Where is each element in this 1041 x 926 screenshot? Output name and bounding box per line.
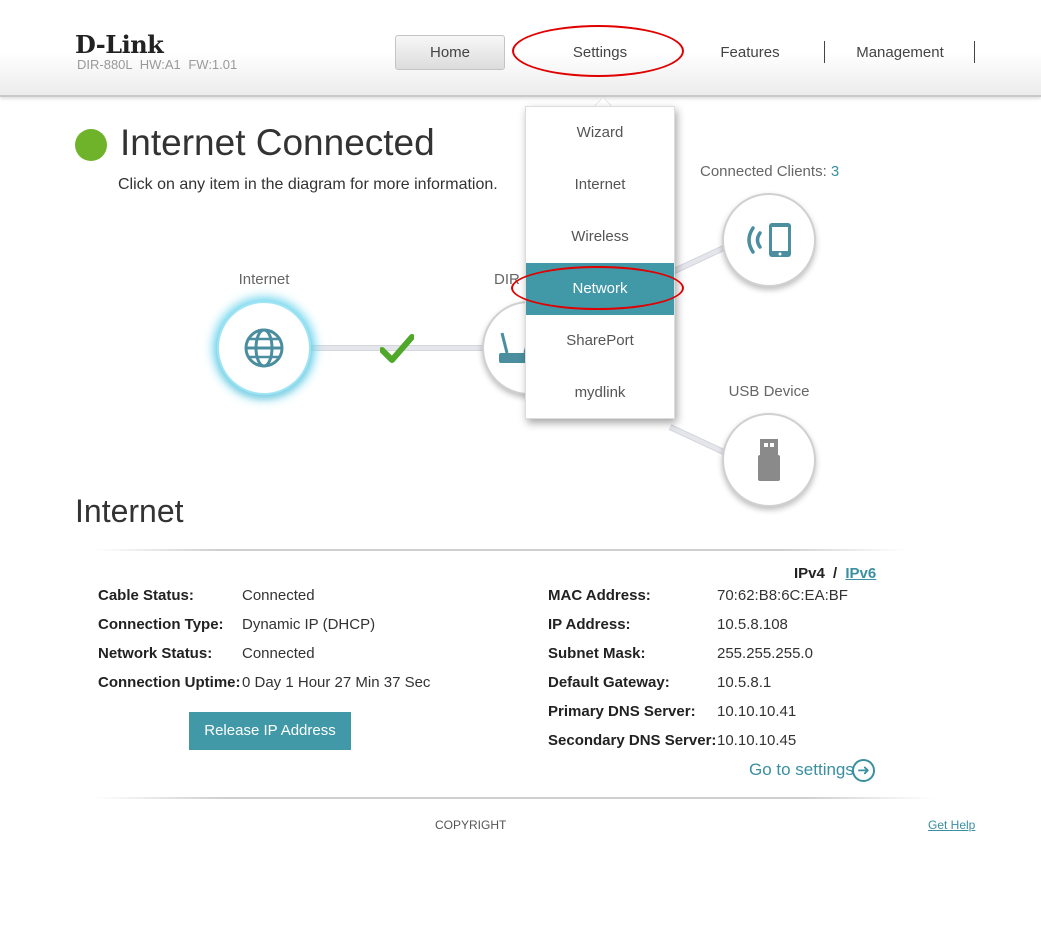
- network-status-label: Network Status:: [98, 645, 213, 662]
- globe-icon: [244, 328, 284, 368]
- cable-status-label: Cable Status:: [98, 587, 194, 604]
- ip-version-separator: /: [833, 565, 838, 582]
- check-icon: [380, 334, 414, 363]
- wireless-tablet-icon: [747, 223, 791, 257]
- release-ip-button[interactable]: Release IP Address: [189, 712, 351, 750]
- menu-item-internet[interactable]: Internet: [526, 159, 674, 211]
- nav-divider: [824, 41, 825, 63]
- model-name: DIR-880L: [77, 57, 133, 72]
- status-title: Internet Connected: [120, 122, 435, 163]
- status-subtitle: Click on any item in the diagram for mor…: [118, 176, 498, 193]
- primary-dns-value: 10.10.10.41: [717, 703, 797, 720]
- settings-dropdown: Wizard Internet Wireless Network SharePo…: [525, 106, 675, 419]
- default-gateway-value: 10.5.8.1: [717, 674, 772, 691]
- go-to-settings-link[interactable]: Go to settings: [749, 760, 854, 780]
- clients-count: 3: [830, 163, 840, 180]
- nav-settings[interactable]: Settings: [525, 35, 675, 70]
- usb-drive-icon: [758, 439, 780, 481]
- nav-home[interactable]: Home: [395, 35, 505, 70]
- hardware-version: HW:A1: [139, 57, 181, 72]
- mac-address-value: 70:62:B8:6C:EA:BF: [717, 587, 848, 604]
- menu-item-mydlink[interactable]: mydlink: [526, 367, 674, 419]
- clients-node-label: Connected Clients: 3: [700, 163, 860, 180]
- top-header: D-Link DIR-880L HW:A1 FW:1.01 Home Setti…: [0, 0, 1041, 97]
- firmware-version: FW:1.01: [188, 57, 238, 72]
- get-help-link[interactable]: Get Help: [928, 818, 975, 832]
- section-divider: [95, 549, 905, 551]
- status-indicator: [75, 129, 107, 161]
- subnet-mask-label: Subnet Mask:: [548, 645, 646, 662]
- connection-type-value: Dynamic IP (DHCP): [242, 616, 376, 633]
- menu-item-wireless[interactable]: Wireless: [526, 211, 674, 263]
- usb-node-label: USB Device: [728, 383, 810, 400]
- subnet-mask-value: 255.255.255.0: [717, 645, 813, 662]
- mac-address-label: MAC Address:: [548, 587, 651, 604]
- primary-dns-label: Primary DNS Server:: [548, 703, 696, 720]
- default-gateway-label: Default Gateway:: [548, 674, 670, 691]
- internet-node[interactable]: [217, 301, 311, 395]
- ipv6-link[interactable]: IPv6: [845, 565, 876, 582]
- ip-address-label: IP Address:: [548, 616, 631, 633]
- menu-item-shareport[interactable]: SharePort: [526, 315, 674, 367]
- nav-features[interactable]: Features: [690, 35, 810, 70]
- clients-node[interactable]: [722, 193, 816, 287]
- nav-divider: [974, 41, 975, 63]
- network-status-value: Connected: [242, 645, 315, 662]
- menu-item-network[interactable]: Network: [526, 263, 674, 315]
- menu-item-wizard[interactable]: Wizard: [526, 107, 674, 159]
- ip-version-switch: IPv4 / IPv6: [794, 565, 876, 582]
- cable-status-value: Connected: [242, 587, 315, 604]
- section-title-internet: Internet: [75, 493, 184, 529]
- device-info: DIR-880L HW:A1 FW:1.01: [77, 57, 237, 72]
- connection-type-label: Connection Type:: [98, 616, 224, 633]
- ipv4-label: IPv4: [794, 565, 825, 582]
- footer-divider: [95, 797, 935, 799]
- usb-node[interactable]: [722, 413, 816, 507]
- arrow-right-icon[interactable]: ➜: [852, 759, 875, 782]
- dlink-logo: D-Link: [75, 30, 164, 59]
- ip-address-value: 10.5.8.108: [717, 616, 788, 633]
- copyright-text: COPYRIGHT: [435, 818, 507, 832]
- connection-uptime-label: Connection Uptime:: [98, 674, 241, 691]
- secondary-dns-value: 10.10.10.45: [717, 732, 797, 749]
- nav-management[interactable]: Management: [840, 35, 960, 70]
- secondary-dns-label: Secondary DNS Server:: [548, 732, 717, 749]
- internet-node-label: Internet: [238, 271, 290, 288]
- clients-label: Connected Clients:: [700, 163, 827, 180]
- connection-uptime-value: 0 Day 1 Hour 27 Min 37 Sec: [242, 674, 431, 691]
